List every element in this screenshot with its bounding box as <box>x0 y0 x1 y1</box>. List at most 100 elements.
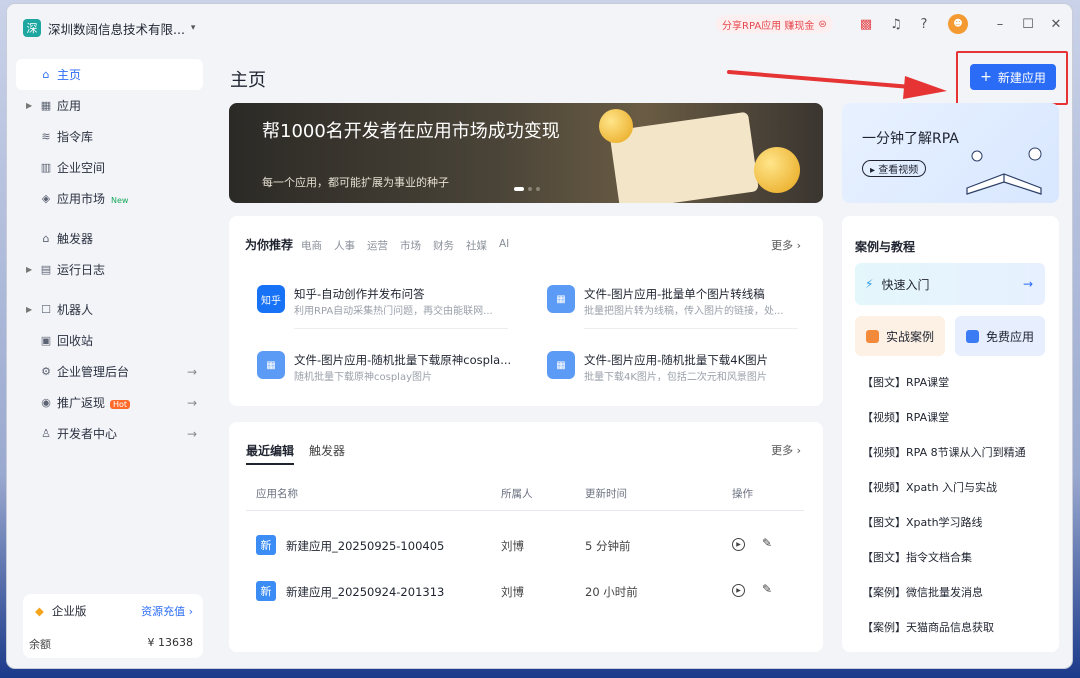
tutorial-link[interactable]: 【视频】RPA 8节课从入门到精通 <box>862 446 1026 481</box>
help-icon[interactable]: ? <box>916 16 932 32</box>
recommend-tab[interactable]: 电商 <box>301 238 322 253</box>
share-promo-button[interactable]: 分享RPA应用 赚现金 ⊜ <box>716 15 833 33</box>
gift-icon[interactable]: ▩ <box>858 16 874 32</box>
app-file-icon: 新 <box>256 535 276 555</box>
arrow-right-icon: → <box>186 426 197 441</box>
sidebar-item-label: 应用市场 New <box>57 190 128 207</box>
sidebar-item-apps[interactable]: ▶ ▦ 应用 <box>16 90 203 121</box>
sidebar-item-text: 应用市场 <box>57 192 106 206</box>
sidebar-item-referral[interactable]: ◉ 推广返现 Hot → <box>16 387 203 418</box>
close-icon[interactable]: ✕ <box>1048 16 1064 32</box>
arrow-right-icon: → <box>1022 277 1033 291</box>
sidebar-item-logs[interactable]: ▶ ▤ 运行日志 <box>16 254 203 285</box>
recommend-tab[interactable]: AI <box>499 238 509 253</box>
recommend-more-link[interactable]: 更多 › <box>771 237 801 253</box>
edit-icon[interactable]: ✎ <box>762 582 772 596</box>
sidebar-item-home[interactable]: ⌂ 主页 <box>16 59 203 90</box>
tutorial-links: 【图文】RPA课堂 【视频】RPA课堂 【视频】RPA 8节课从入门到精通 【视… <box>862 376 1026 656</box>
org-logo: 深 <box>23 19 41 37</box>
row-owner: 刘博 <box>501 539 524 553</box>
maximize-icon[interactable]: ☐ <box>1020 16 1036 32</box>
tab-recent-edits[interactable]: 最近编辑 <box>246 442 295 465</box>
coin-icon <box>599 109 633 143</box>
avatar[interactable]: ☻ <box>948 14 968 34</box>
recent-panel: 最近编辑 触发器 更多 › 应用名称 所属人 更新时间 操作 新 新建应用_20… <box>229 422 823 652</box>
bell-icon[interactable]: ♫ <box>888 16 904 32</box>
promo-banner[interactable]: 帮1000名开发者在应用市场成功变现 每一个应用，都可能扩展为事业的种子 <box>229 103 823 203</box>
tutorial-link[interactable]: 【视频】Xpath 入门与实战 <box>862 481 1026 516</box>
sidebar-item-label: 应用 <box>57 99 82 113</box>
sidebar-item-market[interactable]: ◈ 应用市场 New <box>16 183 203 214</box>
book-illustration <box>966 147 1042 195</box>
sidebar-item-label: 企业管理后台 <box>57 365 130 379</box>
edit-icon[interactable]: ✎ <box>762 536 772 550</box>
app-grid-icon: ▦ <box>257 351 285 379</box>
watch-video-button[interactable]: ▸ 查看视频 <box>862 160 927 177</box>
carousel-dots[interactable] <box>514 187 540 191</box>
column-header: 所属人 <box>501 488 533 500</box>
case-studies-card[interactable]: 实战案例 <box>855 316 945 356</box>
recommended-app-card[interactable]: ▦ 文件-图片应用-随机批量下载4K图片 批量下载4K图片，包括二次元和风景图片 <box>547 351 817 395</box>
new-app-button[interactable]: + 新建应用 <box>970 64 1056 90</box>
recommend-tabs: 电商 人事 运营 市场 财务 社媒 AI <box>301 238 509 253</box>
quick-start-card[interactable]: ⚡ 快速入门 → <box>855 263 1045 305</box>
recommend-tab[interactable]: 财务 <box>433 238 454 253</box>
org-name: 深圳数阔信息技术有限... <box>48 21 185 37</box>
sidebar-item-developer[interactable]: ♙ 开发者中心 → <box>16 418 203 449</box>
tutorial-link[interactable]: 【图文】RPA课堂 <box>862 376 1026 411</box>
app-grid-icon: ▦ <box>547 285 575 313</box>
document-icon: ▤ <box>40 263 52 276</box>
divider <box>246 510 804 511</box>
app-description: 随机批量下载原神cosplay图片 <box>294 372 432 383</box>
tutorial-link[interactable]: 【案例】天猫商品信息获取 <box>862 621 1026 656</box>
robot-icon: ☐ <box>41 303 51 316</box>
recommend-tab[interactable]: 社媒 <box>466 238 487 253</box>
tutorial-link[interactable]: 【图文】指令文档合集 <box>862 551 1026 586</box>
sidebar-item-label: 推广返现 Hot <box>57 394 131 411</box>
sidebar-nav: ⌂ 主页 ▶ ▦ 应用 ≋ 指令库 ▥ 企业空间 ◈ 应用市场 New ⌂ 触发… <box>16 59 203 449</box>
tutorial-link[interactable]: 【案例】微信批量发消息 <box>862 586 1026 621</box>
sidebar-item-trash[interactable]: ▣ 回收站 <box>16 325 203 356</box>
play-square-icon <box>966 329 979 343</box>
sidebar-item-label: 开发者中心 <box>57 427 118 441</box>
sidebar-item-enterprise-space[interactable]: ▥ 企业空间 <box>16 152 203 183</box>
recommended-app-card[interactable]: 知乎 知乎-自动创作并发布问答 利用RPA自动采集热门问题，再交由能联网... <box>257 285 527 329</box>
rpa-intro-card[interactable]: 一分钟了解RPA ▸ 查看视频 <box>842 103 1059 203</box>
sidebar-item-commands[interactable]: ≋ 指令库 <box>16 121 203 152</box>
sidebar-item-robots[interactable]: ▶ ☐ 机器人 <box>16 294 203 325</box>
sidebar-item-triggers[interactable]: ⌂ 触发器 <box>16 223 203 254</box>
sidebar-item-admin[interactable]: ⚙ 企业管理后台 → <box>16 356 203 387</box>
sidebar-item-text: 推广返现 <box>57 396 106 410</box>
free-apps-card[interactable]: 免费应用 <box>955 316 1045 356</box>
settings-sliders-icon: ⚙ <box>41 365 51 378</box>
app-name: 文件-图片应用-随机批量下载4K图片 <box>584 353 769 367</box>
recent-more-link[interactable]: 更多 › <box>771 442 801 458</box>
tutorials-title: 案例与教程 <box>855 240 916 254</box>
recommend-title: 为你推荐 <box>245 238 294 252</box>
tutorial-link[interactable]: 【图文】Xpath学习路线 <box>862 516 1026 551</box>
table-row[interactable]: 新 新建应用_20250924-201313 刘博 20 小时前 ▶ ✎ <box>229 577 823 605</box>
arrow-right-icon: → <box>186 395 197 410</box>
tab-triggers[interactable]: 触发器 <box>309 442 345 459</box>
recommend-tab[interactable]: 市场 <box>400 238 421 253</box>
enterprise-edition: ◆ 企业版 <box>35 603 86 619</box>
bookmark-icon <box>866 329 879 343</box>
recommend-tab[interactable]: 运营 <box>367 238 388 253</box>
recommended-app-card[interactable]: ▦ 文件-图片应用-批量单个图片转线稿 批量把图片转为线稿，传入图片的链接，处.… <box>547 285 817 329</box>
app-grid-icon: ▦ <box>547 351 575 379</box>
recommend-tab[interactable]: 人事 <box>334 238 355 253</box>
tutorials-panel: 案例与教程 ⚡ 快速入门 → 实战案例 免费应用 【图文】RPA课堂 【视频】R… <box>842 216 1059 652</box>
minimize-icon[interactable]: – <box>992 16 1008 32</box>
run-icon[interactable]: ▶ <box>732 584 745 597</box>
sidebar-item-label: 企业空间 <box>57 161 106 175</box>
column-header: 更新时间 <box>585 488 627 500</box>
table-row[interactable]: 新 新建应用_20250925-100405 刘博 5 分钟前 ▶ ✎ <box>229 531 823 559</box>
run-icon[interactable]: ▶ <box>732 538 745 551</box>
recharge-link[interactable]: 资源充值 › <box>141 603 193 619</box>
org-switcher[interactable]: 深 深圳数阔信息技术有限... ▾ <box>23 17 203 39</box>
new-badge: New <box>111 196 129 205</box>
tutorial-link[interactable]: 【视频】RPA课堂 <box>862 411 1026 446</box>
enterprise-label: 企业版 <box>51 604 87 618</box>
recommended-app-card[interactable]: ▦ 文件-图片应用-随机批量下载原神cospla... 随机批量下载原神cosp… <box>257 351 527 395</box>
chevron-down-icon: ▾ <box>190 23 196 33</box>
